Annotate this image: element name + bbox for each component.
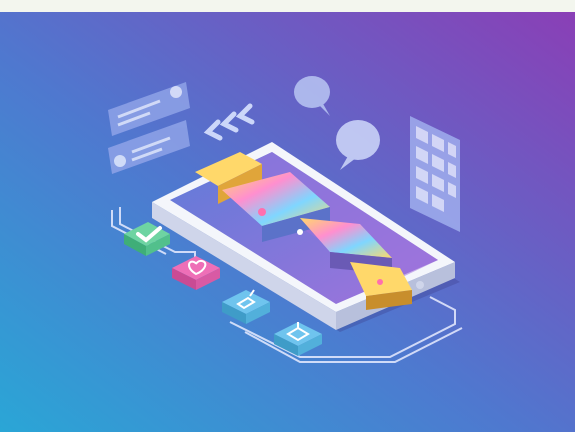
- app-promo-illustration: [0, 0, 575, 432]
- top-band: [0, 0, 575, 12]
- phone-home-button: [416, 281, 424, 289]
- isometric-phone-artwork: [0, 12, 575, 432]
